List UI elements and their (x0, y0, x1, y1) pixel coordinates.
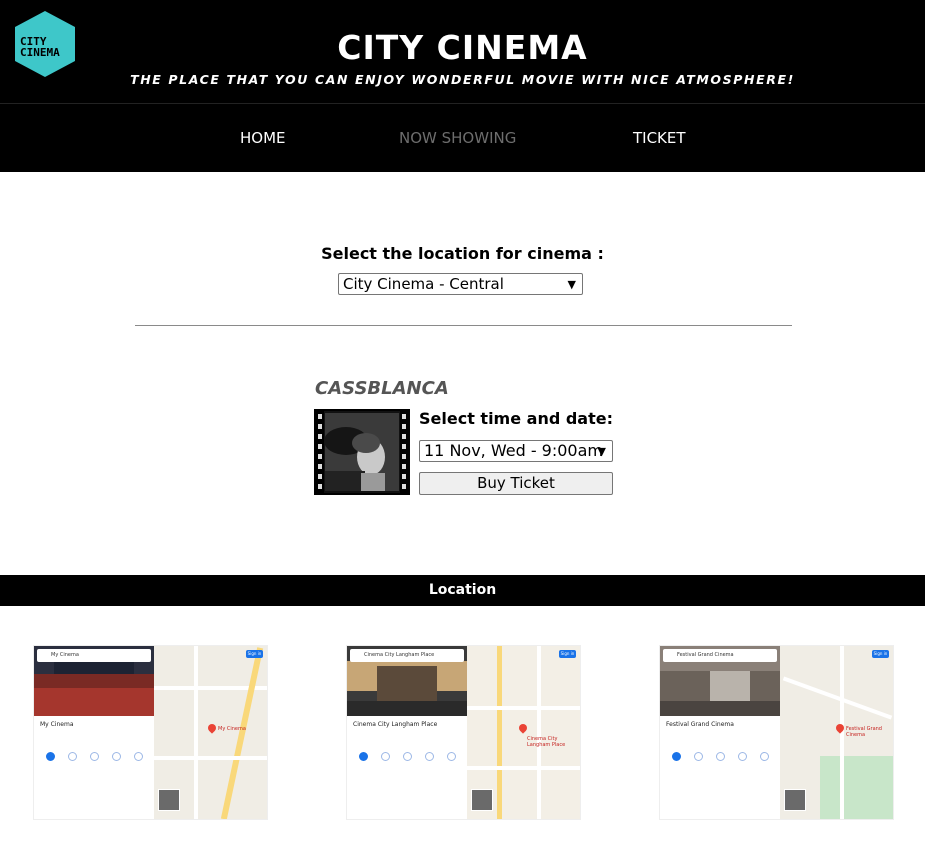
map-actions (40, 752, 150, 762)
map-search-box[interactable]: Cinema City Langham Place (350, 649, 464, 662)
nav-now-showing[interactable]: NOW SHOWING (399, 129, 516, 147)
map-park (820, 756, 893, 819)
site-tagline: THE PLACE THAT YOU CAN ENJOY WONDERFUL M… (130, 72, 795, 87)
map-place-name: Cinema City Langham Place (353, 721, 438, 728)
map-pin-icon[interactable] (206, 722, 218, 734)
map-road (467, 706, 580, 710)
map-sign-in-button[interactable]: Sign in (246, 650, 263, 658)
save-icon[interactable] (381, 752, 390, 761)
location-heading: Location (0, 575, 925, 606)
send-icon[interactable] (425, 752, 434, 761)
site-title: CITY CINEMA (337, 28, 588, 67)
location-select-value: City Cinema - Central (343, 275, 504, 293)
map-road (537, 646, 541, 819)
nearby-icon[interactable] (403, 752, 412, 761)
map-actions (666, 752, 776, 762)
share-icon[interactable] (447, 752, 456, 761)
map-sign-in-button[interactable]: Sign in (872, 650, 889, 658)
send-icon[interactable] (112, 752, 121, 761)
map-highway (220, 647, 264, 819)
send-icon[interactable] (738, 752, 747, 761)
main-nav: HOME NOW SHOWING TICKET (0, 103, 925, 172)
map-info-panel: Festival Grand Cinema Festival Grand Cin… (660, 646, 780, 819)
nav-home[interactable]: HOME (240, 129, 286, 147)
map-road (194, 646, 198, 819)
save-icon[interactable] (694, 752, 703, 761)
map-pin-label: My Cinema (218, 726, 246, 732)
map-search-box[interactable]: Festival Grand Cinema (663, 649, 777, 662)
movie-title: CASSBLANCA (315, 378, 449, 399)
map-road (467, 766, 580, 770)
directions-icon[interactable] (359, 752, 368, 761)
time-select-value: 11 Nov, Wed - 9:00am (424, 441, 603, 460)
map-search-box[interactable]: My Cinema (37, 649, 151, 662)
nav-ticket[interactable]: TICKET (633, 129, 686, 147)
location-select[interactable]: City Cinema - Central ▼ (338, 273, 583, 295)
share-icon[interactable] (134, 752, 143, 761)
map-road (154, 756, 267, 760)
map-pin-icon[interactable] (517, 722, 529, 734)
map-pin-label: Cinema City Langham Place (527, 736, 566, 748)
map-road (782, 676, 893, 720)
location-select-label: Select the location for cinema : (321, 244, 604, 263)
map-info-panel: My Cinema My Cinema (34, 646, 154, 819)
directions-icon[interactable] (672, 752, 681, 761)
map-info-panel: Cinema City Langham Place Cinema City La… (347, 646, 467, 819)
chevron-down-icon: ▼ (597, 445, 606, 458)
map-satellite-thumb[interactable] (784, 789, 806, 811)
share-icon[interactable] (760, 752, 769, 761)
time-select[interactable]: 11 Nov, Wed - 9:00am ▼ (419, 440, 613, 462)
directions-icon[interactable] (46, 752, 55, 761)
map-highway (497, 646, 502, 819)
buy-ticket-button[interactable]: Buy Ticket (419, 472, 613, 495)
map-pin-label: Festival Grand Cinema (846, 726, 882, 738)
save-icon[interactable] (68, 752, 77, 761)
map-place-name: My Cinema (40, 721, 74, 728)
map-my-cinema[interactable]: My Cinema My Cinema My Cinema Sign in (33, 645, 268, 820)
movie-poster[interactable] (314, 409, 410, 495)
nearby-icon[interactable] (716, 752, 725, 761)
time-select-label: Select time and date: (419, 409, 613, 428)
map-actions (353, 752, 463, 762)
map-satellite-thumb[interactable] (158, 789, 180, 811)
chevron-down-icon: ▼ (567, 278, 576, 291)
map-satellite-thumb[interactable] (471, 789, 493, 811)
map-langham-place[interactable]: Cinema City Langham Place Cinema City La… (346, 645, 581, 820)
site-header: CITY CINEMA CITY CINEMA THE PLACE THAT Y… (0, 0, 925, 103)
map-place-name: Festival Grand Cinema (666, 721, 734, 728)
nearby-icon[interactable] (90, 752, 99, 761)
section-divider (135, 325, 792, 326)
map-festival-grand[interactable]: Festival Grand Cinema Festival Grand Cin… (659, 645, 894, 820)
map-sign-in-button[interactable]: Sign in (559, 650, 576, 658)
